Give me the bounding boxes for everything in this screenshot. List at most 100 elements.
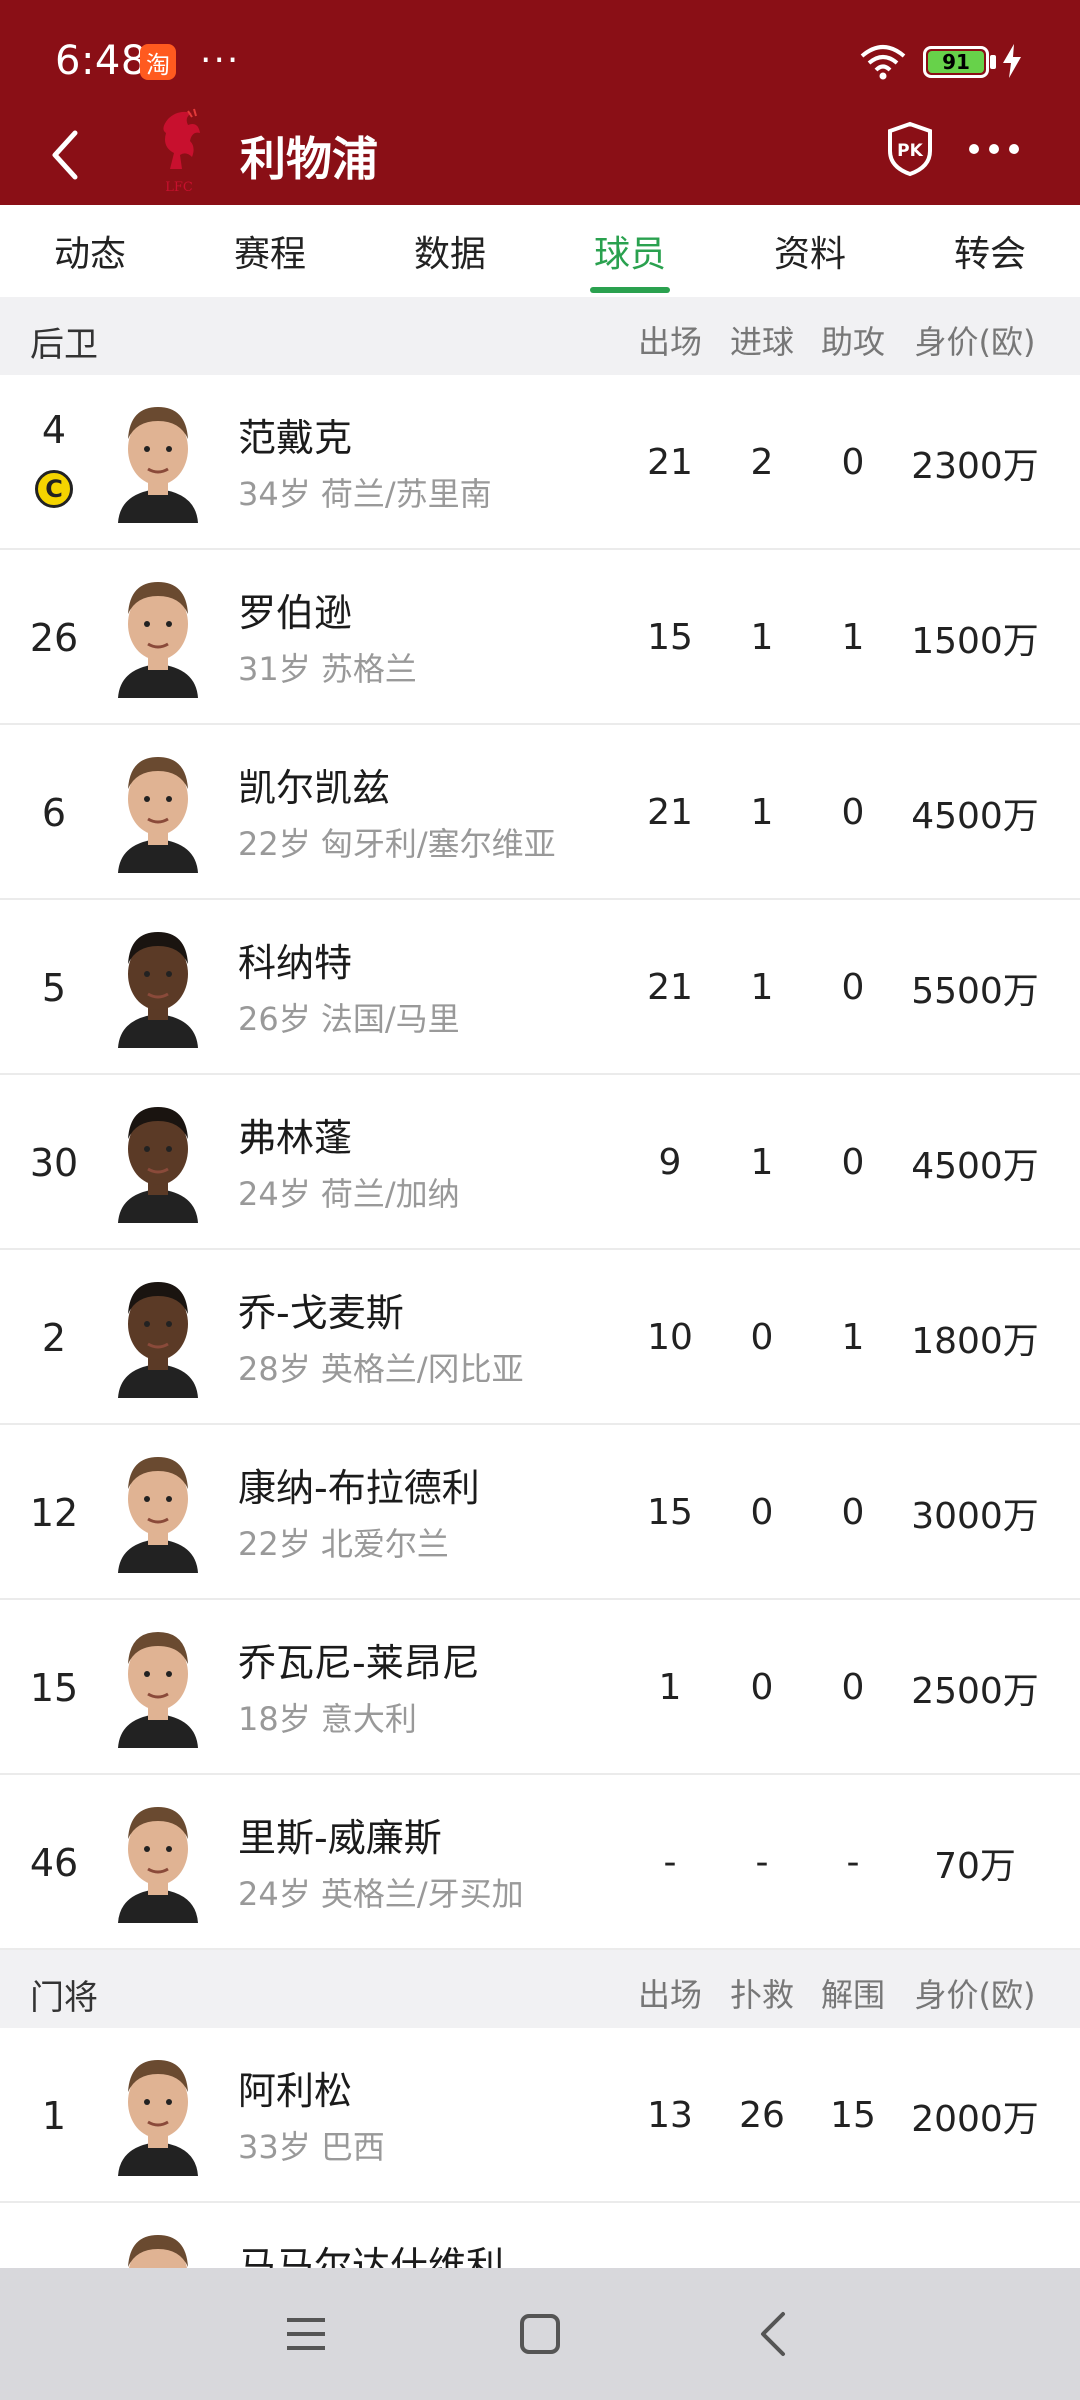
stat-value: 70万 [934, 1845, 1016, 1887]
stat-assists: 0 [841, 1142, 865, 1183]
stat-goals: 0 [750, 1317, 774, 1358]
player-row[interactable]: 46 里斯-威廉斯 24岁 英格兰/牙买加 - - - 70万 [0, 1775, 1080, 1950]
stat-goals: 0 [750, 1492, 774, 1533]
system-back-icon[interactable] [755, 2310, 791, 2358]
page-title: 利物浦 [240, 132, 378, 186]
jersey-number: 5 [41, 965, 67, 1010]
player-avatar [110, 1268, 206, 1398]
status-bar: 6:48 淘 ··· 91 [0, 0, 1080, 120]
player-age-nationality: 26岁 法国/马里 [238, 1000, 460, 1038]
stat-value: 2300万 [911, 445, 1039, 487]
stat-goals: - [755, 1842, 769, 1883]
stat-apps: 21 [647, 442, 693, 483]
goalkeepers-column-header: 扑救 [729, 1976, 794, 2014]
stat-apps: 15 [647, 1492, 693, 1533]
player-age-nationality: 22岁 北爱尔兰 [238, 1525, 449, 1563]
stat-assists: 0 [841, 792, 865, 833]
jersey-number: 1 [41, 2093, 67, 2138]
crest-lfc-text: LFC [165, 180, 193, 195]
recent-apps-icon[interactable] [285, 2314, 327, 2354]
stat-value: 5500万 [911, 970, 1039, 1012]
stat-goals: 1 [750, 792, 774, 833]
player-name: 里斯-威廉斯 [238, 1816, 442, 1860]
defenders-column-header: 助攻 [820, 323, 885, 361]
defenders-column-header: 身价(欧) [914, 323, 1036, 361]
player-name: 康纳-布拉德利 [238, 1466, 480, 1510]
player-row[interactable]: 15 乔瓦尼-莱昂尼 18岁 意大利 1 0 0 2500万 [0, 1600, 1080, 1775]
tab-3[interactable]: 球员 [540, 205, 720, 297]
stat-value: 1800万 [911, 1320, 1039, 1362]
player-age-nationality: 31岁 苏格兰 [238, 650, 417, 688]
tab-2[interactable]: 数据 [360, 205, 540, 297]
tab-4[interactable]: 资料 [720, 205, 900, 297]
stat-assists: 0 [841, 967, 865, 1008]
player-avatar [110, 2046, 206, 2176]
stat-assists: - [846, 1842, 860, 1883]
stat-apps: - [663, 1842, 677, 1883]
player-name: 罗伯逊 [238, 591, 353, 635]
player-name: 阿利松 [238, 2069, 353, 2113]
pk-compare-icon[interactable]: PK [886, 121, 934, 177]
tab-0[interactable]: 动态 [0, 205, 180, 297]
player-age-nationality: 22岁 匈牙利/塞尔维亚 [238, 825, 556, 863]
player-row[interactable]: 26 罗伯逊 31岁 苏格兰 15 1 1 1500万 [0, 550, 1080, 725]
stat-apps: 13 [647, 2095, 693, 2136]
stat-goals: 1 [750, 967, 774, 1008]
stat-assists: 0 [841, 1667, 865, 1708]
player-row[interactable]: 1 阿利松 33岁 巴西 13 26 15 2000万 [0, 2028, 1080, 2203]
stat-apps: 15 [647, 617, 693, 658]
stat-value: 2000万 [911, 2098, 1039, 2140]
defenders-column-header: 进球 [729, 323, 794, 361]
player-avatar [110, 918, 206, 1048]
battery-icon: 91 [923, 46, 989, 78]
nav-bar: LFC 利物浦 PK [0, 105, 1080, 205]
player-age-nationality: 24岁 荷兰/加纳 [238, 1175, 460, 1213]
stat-goals: 0 [750, 1667, 774, 1708]
goalkeepers-column-header: 出场 [637, 1976, 702, 2014]
player-row[interactable]: 6 凯尔凯兹 22岁 匈牙利/塞尔维亚 21 1 0 4500万 [0, 725, 1080, 900]
battery-level: 91 [928, 50, 984, 74]
player-row[interactable]: 12 康纳-布拉德利 22岁 北爱尔兰 15 0 0 3000万 [0, 1425, 1080, 1600]
wifi-icon [860, 45, 906, 80]
stat-goals: 2 [750, 442, 774, 483]
player-avatar [110, 1443, 206, 1573]
more-options-icon[interactable] [966, 135, 1022, 163]
stat-apps: 21 [647, 792, 693, 833]
goalkeepers-column-header: 解围 [820, 1976, 885, 2014]
jersey-number: 2 [41, 1315, 67, 1360]
stat-value: 4500万 [911, 795, 1039, 837]
player-avatar [110, 1618, 206, 1748]
captain-badge-icon: C [35, 470, 73, 508]
home-icon[interactable] [518, 2312, 562, 2356]
jersey-number: 15 [29, 1665, 79, 1710]
player-age-nationality: 34岁 荷兰/苏里南 [238, 475, 492, 513]
player-row[interactable]: 4 C 范戴克 34岁 荷兰/苏里南 21 2 0 2300万 [0, 375, 1080, 550]
goalkeepers-section-header: 门将 出场 扑救 解围 身价(欧) [0, 1950, 1080, 2028]
stat-goals: 1 [750, 617, 774, 658]
player-name: 凯尔凯兹 [238, 766, 391, 810]
goalkeepers-section-title: 门将 [30, 1978, 98, 2018]
jersey-number: 26 [29, 615, 79, 660]
stat-goals: 1 [750, 1142, 774, 1183]
stat-assists: 0 [841, 1492, 865, 1533]
player-avatar [110, 1093, 206, 1223]
player-avatar [110, 568, 206, 698]
player-row[interactable]: 2 乔-戈麦斯 28岁 英格兰/冈比亚 10 0 1 1800万 [0, 1250, 1080, 1425]
defenders-section-header: 后卫 出场 进球 助攻 身价(欧) [0, 297, 1080, 375]
goalkeepers-column-header: 身价(欧) [914, 1976, 1036, 2014]
stat-value: 2500万 [911, 1670, 1039, 1712]
player-name: 科纳特 [238, 941, 353, 985]
player-avatar [110, 743, 206, 873]
tab-1[interactable]: 赛程 [180, 205, 360, 297]
player-row[interactable]: 5 科纳特 26岁 法国/马里 21 1 0 5500万 [0, 900, 1080, 1075]
liverpool-crest-icon: LFC [163, 108, 200, 195]
status-time: 6:48 [55, 38, 147, 84]
team-tabs: 动态 赛程 数据 球员 资料 转会 [0, 205, 1080, 297]
player-row[interactable]: 30 弗林蓬 24岁 荷兰/加纳 9 1 0 4500万 [0, 1075, 1080, 1250]
defenders-section-title: 后卫 [30, 325, 98, 365]
stat-assists: 1 [841, 617, 865, 658]
svg-text:PK: PK [897, 141, 923, 161]
page: 6:48 淘 ··· 91 LFC 利物浦 PK 动态 赛程 数据 球员 资料 … [0, 0, 1080, 2400]
back-icon[interactable] [45, 127, 85, 183]
tab-5[interactable]: 转会 [900, 205, 1080, 297]
